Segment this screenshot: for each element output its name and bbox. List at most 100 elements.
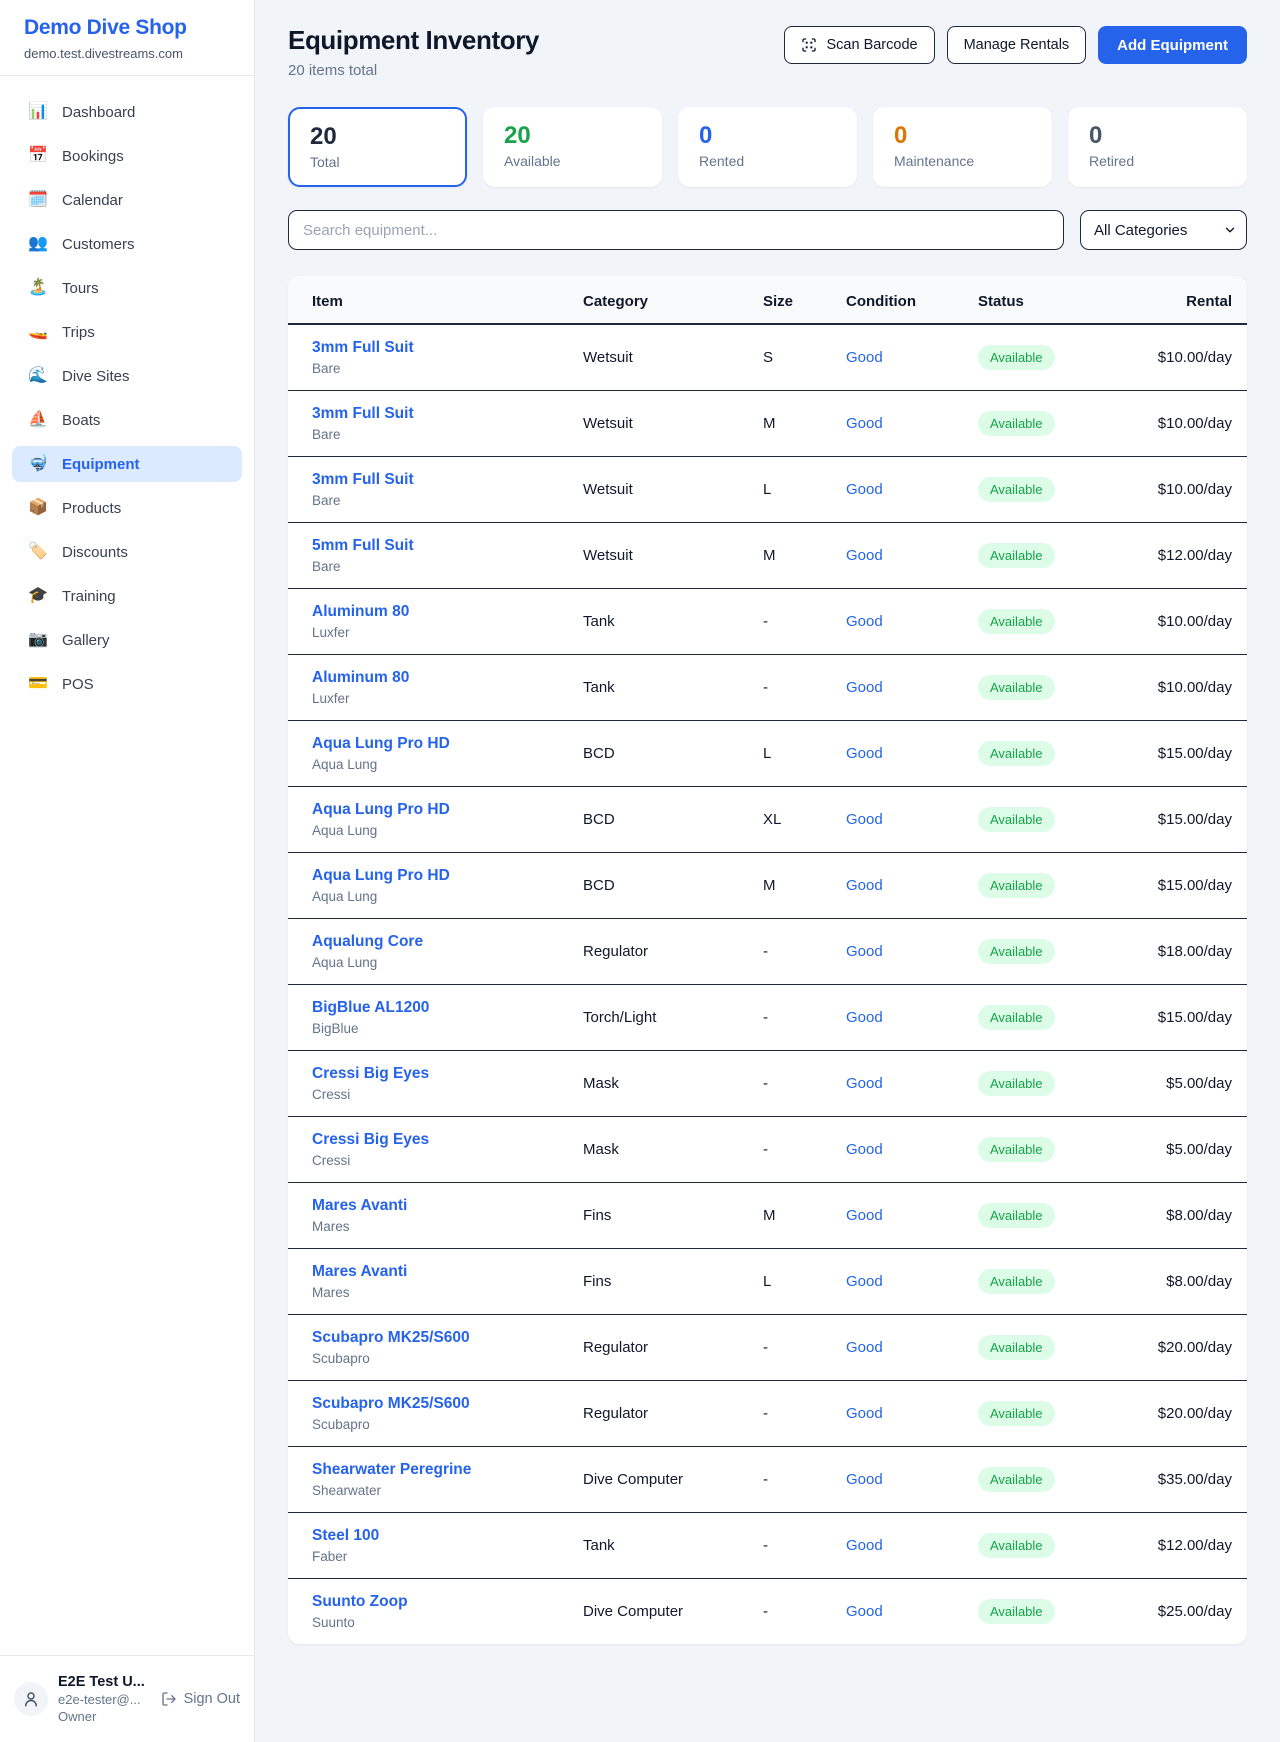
- scan-barcode-button[interactable]: Scan Barcode: [784, 26, 934, 64]
- item-name-link[interactable]: 3mm Full Suit: [312, 471, 414, 489]
- gallery-icon: 📷: [28, 632, 48, 648]
- equipment-icon: 🤿: [28, 456, 48, 472]
- stat-card-total[interactable]: 20 Total: [288, 107, 467, 187]
- item-name-link[interactable]: Scubapro MK25/S600: [312, 1329, 470, 1347]
- item-name-link[interactable]: Cressi Big Eyes: [312, 1065, 429, 1083]
- size-cell: -: [763, 589, 846, 655]
- condition-link[interactable]: Good: [846, 1339, 883, 1356]
- condition-link[interactable]: Good: [846, 1141, 883, 1158]
- item-name-link[interactable]: Mares Avanti: [312, 1197, 407, 1215]
- manage-rentals-button[interactable]: Manage Rentals: [947, 26, 1087, 64]
- sidebar-item-tours[interactable]: 🏝️ Tours: [12, 270, 242, 306]
- item-name-link[interactable]: Mares Avanti: [312, 1263, 407, 1281]
- rental-rate-cell: $35.00/day: [1128, 1447, 1247, 1513]
- condition-link[interactable]: Good: [846, 547, 883, 564]
- item-cell: 3mm Full Suit Bare: [288, 457, 583, 523]
- condition-link[interactable]: Good: [846, 1075, 883, 1092]
- sidebar-item-bookings[interactable]: 📅 Bookings: [12, 138, 242, 174]
- condition-link[interactable]: Good: [846, 415, 883, 432]
- item-name-link[interactable]: 3mm Full Suit: [312, 339, 414, 357]
- boats-icon: ⛵: [28, 412, 48, 428]
- condition-cell: Good: [846, 919, 978, 985]
- item-cell: Aluminum 80 Luxfer: [288, 655, 583, 721]
- item-name-link[interactable]: 5mm Full Suit: [312, 537, 414, 555]
- sidebar-item-dive-sites[interactable]: 🌊 Dive Sites: [12, 358, 242, 394]
- search-input[interactable]: [288, 210, 1064, 250]
- condition-link[interactable]: Good: [846, 613, 883, 630]
- stat-card-maintenance[interactable]: 0 Maintenance: [873, 107, 1052, 187]
- condition-cell: Good: [846, 787, 978, 853]
- status-badge: Available: [978, 807, 1055, 832]
- condition-link[interactable]: Good: [846, 1603, 883, 1620]
- table-row: BigBlue AL1200 BigBlue Torch/Light - Goo…: [288, 985, 1247, 1051]
- sidebar-item-equipment[interactable]: 🤿 Equipment: [12, 446, 242, 482]
- item-name-link[interactable]: Aqua Lung Pro HD: [312, 801, 450, 819]
- item-cell: Aqua Lung Pro HD Aqua Lung: [288, 721, 583, 787]
- user-role: Owner: [58, 1709, 151, 1724]
- stat-card-available[interactable]: 20 Available: [483, 107, 662, 187]
- item-brand: Aqua Lung: [312, 823, 583, 838]
- item-name-link[interactable]: Aluminum 80: [312, 603, 409, 621]
- condition-cell: Good: [846, 1117, 978, 1183]
- condition-link[interactable]: Good: [846, 349, 883, 366]
- stat-card-retired[interactable]: 0 Retired: [1068, 107, 1247, 187]
- condition-link[interactable]: Good: [846, 745, 883, 762]
- condition-cell: Good: [846, 1051, 978, 1117]
- item-name-link[interactable]: Suunto Zoop: [312, 1593, 408, 1611]
- equipment-table: Item Category Size Condition Status Rent…: [288, 276, 1247, 1644]
- item-name-link[interactable]: Shearwater Peregrine: [312, 1461, 471, 1479]
- add-equipment-button[interactable]: Add Equipment: [1098, 26, 1247, 64]
- category-cell: Tank: [583, 1513, 763, 1579]
- item-name-link[interactable]: Cressi Big Eyes: [312, 1131, 429, 1149]
- sidebar-item-calendar[interactable]: 🗓️ Calendar: [12, 182, 242, 218]
- sidebar-item-training[interactable]: 🎓 Training: [12, 578, 242, 614]
- rental-rate-cell: $10.00/day: [1128, 457, 1247, 523]
- condition-link[interactable]: Good: [846, 1207, 883, 1224]
- condition-link[interactable]: Good: [846, 679, 883, 696]
- category-filter-select[interactable]: All Categories: [1080, 210, 1247, 250]
- condition-link[interactable]: Good: [846, 1273, 883, 1290]
- avatar: [14, 1682, 48, 1716]
- sidebar-item-boats[interactable]: ⛵ Boats: [12, 402, 242, 438]
- status-cell: Available: [978, 1447, 1128, 1513]
- sidebar-item-trips[interactable]: 🚤 Trips: [12, 314, 242, 350]
- item-name-link[interactable]: Aqualung Core: [312, 933, 423, 951]
- condition-link[interactable]: Good: [846, 811, 883, 828]
- table-row: Cressi Big Eyes Cressi Mask - Good Avail…: [288, 1117, 1247, 1183]
- status-cell: Available: [978, 457, 1128, 523]
- table-row: 5mm Full Suit Bare Wetsuit M Good Availa…: [288, 523, 1247, 589]
- item-brand: Suunto: [312, 1615, 583, 1630]
- item-name-link[interactable]: BigBlue AL1200: [312, 999, 429, 1017]
- stat-card-rented[interactable]: 0 Rented: [678, 107, 857, 187]
- item-brand: Cressi: [312, 1153, 583, 1168]
- item-cell: BigBlue AL1200 BigBlue: [288, 985, 583, 1051]
- sidebar-item-label: POS: [62, 676, 94, 693]
- status-cell: Available: [978, 324, 1128, 391]
- item-name-link[interactable]: Aqua Lung Pro HD: [312, 735, 450, 753]
- rental-rate-cell: $15.00/day: [1128, 721, 1247, 787]
- sidebar-item-products[interactable]: 📦 Products: [12, 490, 242, 526]
- rental-rate-cell: $8.00/day: [1128, 1183, 1247, 1249]
- condition-link[interactable]: Good: [846, 943, 883, 960]
- item-name-link[interactable]: 3mm Full Suit: [312, 405, 414, 423]
- column-header-rental: Rental: [1128, 276, 1247, 324]
- sidebar-item-pos[interactable]: 💳 POS: [12, 666, 242, 702]
- condition-link[interactable]: Good: [846, 1405, 883, 1422]
- condition-link[interactable]: Good: [846, 877, 883, 894]
- sidebar-item-dashboard[interactable]: 📊 Dashboard: [12, 94, 242, 130]
- item-name-link[interactable]: Scubapro MK25/S600: [312, 1395, 470, 1413]
- column-header-size: Size: [763, 276, 846, 324]
- sidebar-item-customers[interactable]: 👥 Customers: [12, 226, 242, 262]
- sidebar-item-discounts[interactable]: 🏷️ Discounts: [12, 534, 242, 570]
- rental-rate-cell: $18.00/day: [1128, 919, 1247, 985]
- condition-link[interactable]: Good: [846, 1009, 883, 1026]
- sign-out-button[interactable]: Sign Out: [161, 1691, 240, 1707]
- sidebar-item-gallery[interactable]: 📷 Gallery: [12, 622, 242, 658]
- item-name-link[interactable]: Aluminum 80: [312, 669, 409, 687]
- condition-link[interactable]: Good: [846, 1537, 883, 1554]
- condition-link[interactable]: Good: [846, 1471, 883, 1488]
- item-name-link[interactable]: Steel 100: [312, 1527, 379, 1545]
- condition-link[interactable]: Good: [846, 481, 883, 498]
- size-cell: L: [763, 1249, 846, 1315]
- item-name-link[interactable]: Aqua Lung Pro HD: [312, 867, 450, 885]
